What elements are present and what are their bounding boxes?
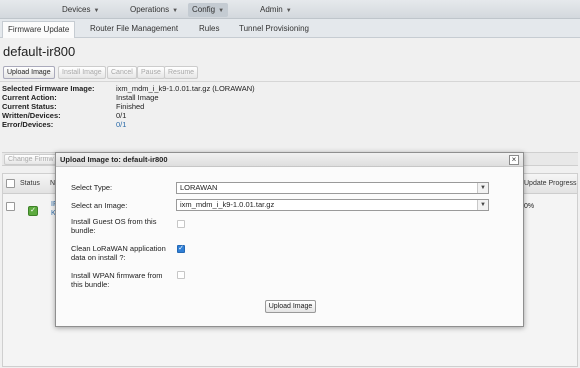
column-status[interactable]: Status <box>20 180 40 187</box>
info-label: Error/Devices: <box>2 120 54 129</box>
info-label: Current Action: <box>2 93 57 102</box>
page-title: default-ir800 <box>3 44 76 59</box>
chevron-down-icon: ▼ <box>93 8 100 14</box>
nav-operations-label: Operations <box>130 5 170 14</box>
info-label: Current Status: <box>2 102 57 111</box>
nav-devices-label: Devices <box>62 5 91 14</box>
chevron-down-icon: ▼ <box>218 8 225 14</box>
tab-bar: Firmware Update Router File Management R… <box>0 19 580 38</box>
select-image-dropdown[interactable]: ixm_mdm_i_k9-1.0.01.tar.gz ▼ <box>176 199 489 211</box>
nav-admin[interactable]: Admin ▼ <box>256 3 296 17</box>
info-value: ixm_mdm_i_k9-1.0.01.tar.gz (LORAWAN) <box>116 84 255 93</box>
tab-router-file-management[interactable]: Router File Management <box>85 21 183 38</box>
dialog-header: Upload Image to: default-ir800 × <box>56 153 523 167</box>
info-label: Written/Devices: <box>2 111 61 120</box>
upload-image-submit-button[interactable]: Upload Image <box>265 300 316 313</box>
update-progress-value: 0% <box>524 203 535 210</box>
info-value: 0/1 <box>116 111 127 120</box>
row-checkbox[interactable] <box>6 202 15 211</box>
clean-lorawan-checkbox[interactable]: ✓ <box>177 245 185 253</box>
tab-tunnel-provisioning[interactable]: Tunnel Provisioning <box>234 21 314 38</box>
install-wpan-checkbox[interactable] <box>177 271 185 279</box>
cancel-button[interactable]: Cancel <box>107 66 137 79</box>
info-value: Install Image <box>116 93 159 102</box>
clean-lorawan-label: Clean LoRaWAN application data on instal… <box>71 244 166 262</box>
chevron-down-icon: ▼ <box>477 200 488 210</box>
top-nav-bar: Devices ▼ Operations ▼ Config ▼ Admin ▼ <box>0 0 580 19</box>
tab-firmware-update[interactable]: Firmware Update <box>2 21 76 38</box>
change-firmware-button[interactable]: Change Firmw <box>4 154 58 165</box>
chevron-down-icon: ▼ <box>285 8 292 14</box>
select-type-value: LORAWAN <box>180 183 218 192</box>
upload-image-button[interactable]: Upload Image <box>3 66 55 79</box>
install-wpan-label: Install WPAN firmware from this bundle: <box>71 271 163 289</box>
select-type-dropdown[interactable]: LORAWAN ▼ <box>176 182 489 194</box>
info-label: Selected Firmware Image: <box>2 84 95 93</box>
resume-button[interactable]: Resume <box>164 66 199 79</box>
column-update-progress[interactable]: Update Progress <box>524 180 577 187</box>
tab-rules[interactable]: Rules <box>194 21 224 38</box>
status-ok-icon: ✓ <box>28 206 38 216</box>
nav-operations[interactable]: Operations ▼ <box>126 3 182 17</box>
chevron-down-icon: ▼ <box>477 183 488 193</box>
select-all-checkbox[interactable] <box>6 179 15 188</box>
dialog-title: Upload Image to: default-ir800 <box>60 155 168 164</box>
divider <box>0 81 580 82</box>
select-type-label: Select Type: <box>71 183 113 192</box>
info-value: Finished <box>116 102 145 111</box>
install-image-button[interactable]: Install Image <box>58 66 106 79</box>
nav-devices[interactable]: Devices ▼ <box>58 3 103 17</box>
install-guest-os-label: Install Guest OS from this bundle: <box>71 217 157 235</box>
select-image-value: ixm_mdm_i_k9-1.0.01.tar.gz <box>180 200 275 209</box>
select-image-label: Select an Image: <box>71 201 128 210</box>
nav-config[interactable]: Config ▼ <box>188 3 229 17</box>
pause-button[interactable]: Pause <box>137 66 165 79</box>
upload-image-dialog: Upload Image to: default-ir800 × Select … <box>55 152 524 327</box>
error-devices-link[interactable]: 0/1 <box>116 120 126 129</box>
close-icon[interactable]: × <box>509 155 519 165</box>
nav-admin-label: Admin <box>260 5 283 14</box>
nav-config-label: Config <box>192 5 216 14</box>
chevron-down-icon: ▼ <box>172 8 179 14</box>
install-guest-os-checkbox[interactable] <box>177 220 185 228</box>
